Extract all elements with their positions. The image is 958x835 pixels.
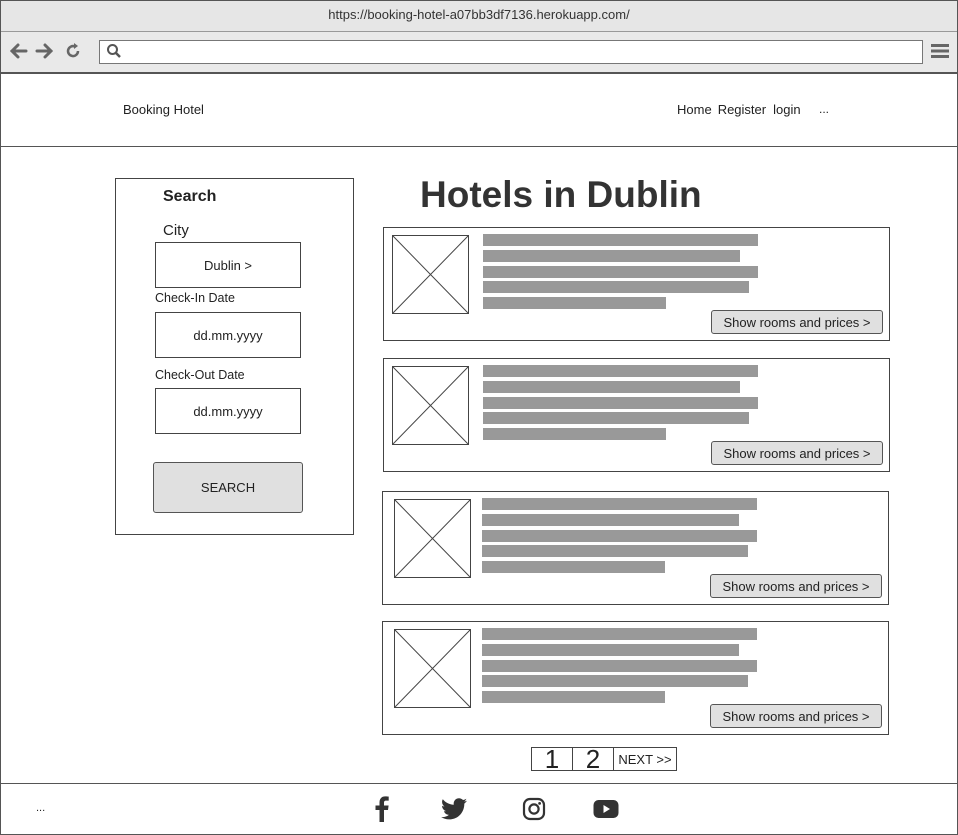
hotel-text-line (483, 297, 666, 309)
address-bar[interactable] (99, 40, 923, 64)
next-page-button[interactable]: NEXT >> (613, 747, 677, 771)
site-footer: ... (1, 783, 957, 834)
brand-logo-text[interactable]: Booking Hotel (123, 102, 204, 117)
hotel-card: Show rooms and prices > (383, 358, 890, 472)
page-url: https://booking-hotel-a07bb3df7136.herok… (328, 7, 630, 22)
hotel-image-placeholder (392, 235, 469, 314)
hotel-text-line (482, 498, 757, 510)
twitter-icon[interactable] (439, 796, 469, 822)
search-panel: Search City Dublin > Check-In Date dd.mm… (115, 178, 354, 535)
hotel-text-line (483, 397, 758, 409)
hotel-text-line (483, 381, 740, 393)
browser-titlebar: https://booking-hotel-a07bb3df7136.herok… (1, 1, 957, 32)
nav-more[interactable]: ... (819, 102, 829, 116)
hotel-text-line (482, 514, 739, 526)
search-icon (106, 43, 122, 64)
nav-home[interactable]: Home (677, 102, 712, 117)
back-arrow-icon[interactable] (9, 41, 29, 61)
hotel-card: Show rooms and prices > (382, 621, 889, 735)
search-title: Search (163, 188, 217, 205)
city-label: City (163, 222, 189, 239)
instagram-icon[interactable] (521, 796, 547, 822)
checkin-date-field[interactable]: dd.mm.yyyy (155, 312, 301, 358)
main-nav: Home Register login (677, 102, 801, 117)
hotel-image-placeholder (394, 629, 471, 708)
hotel-text-line (482, 675, 748, 687)
hotel-text-line (482, 561, 665, 573)
nav-login[interactable]: login (773, 102, 800, 117)
nav-register[interactable]: Register (718, 102, 766, 117)
hotel-text-line (482, 644, 739, 656)
page-2-button[interactable]: 2 (572, 744, 614, 774)
hotel-text-line (483, 428, 666, 440)
hotel-text-line (482, 530, 757, 542)
forward-arrow-icon[interactable] (34, 41, 54, 61)
footer-more[interactable]: ... (36, 802, 45, 814)
hotel-text-line (483, 266, 758, 278)
hamburger-menu-icon[interactable] (931, 43, 949, 64)
page-title: Hotels in Dublin (420, 174, 702, 215)
hotel-text-line (482, 691, 665, 703)
hotel-text-line (482, 545, 748, 557)
page-1-button[interactable]: 1 (531, 744, 573, 774)
city-select[interactable]: Dublin > (155, 242, 301, 288)
hotel-text-line (483, 365, 758, 377)
search-button[interactable]: SEARCH (153, 462, 303, 513)
hotel-text-line (483, 234, 758, 246)
hotel-text-line (482, 628, 757, 640)
hotel-image-placeholder (394, 499, 471, 578)
show-rooms-button[interactable]: Show rooms and prices > (710, 704, 882, 728)
youtube-icon[interactable] (591, 796, 621, 822)
checkout-label: Check-Out Date (155, 368, 245, 382)
checkin-label: Check-In Date (155, 291, 235, 305)
pagination: 1 2 NEXT >> (531, 744, 677, 774)
hotel-card: Show rooms and prices > (382, 491, 889, 605)
hotel-image-placeholder (392, 366, 469, 445)
hotel-text-line (482, 660, 757, 672)
hotel-text-line (483, 412, 749, 424)
show-rooms-button[interactable]: Show rooms and prices > (711, 310, 883, 334)
site-header: Booking Hotel Home Register login ... (1, 74, 957, 147)
reload-icon[interactable] (63, 41, 83, 61)
checkout-date-field[interactable]: dd.mm.yyyy (155, 388, 301, 434)
hotel-card: Show rooms and prices > (383, 227, 890, 341)
show-rooms-button[interactable]: Show rooms and prices > (711, 441, 883, 465)
browser-toolbar (1, 32, 957, 74)
hotel-text-line (483, 281, 749, 293)
show-rooms-button[interactable]: Show rooms and prices > (710, 574, 882, 598)
hotel-text-line (483, 250, 740, 262)
facebook-icon[interactable] (369, 796, 395, 822)
